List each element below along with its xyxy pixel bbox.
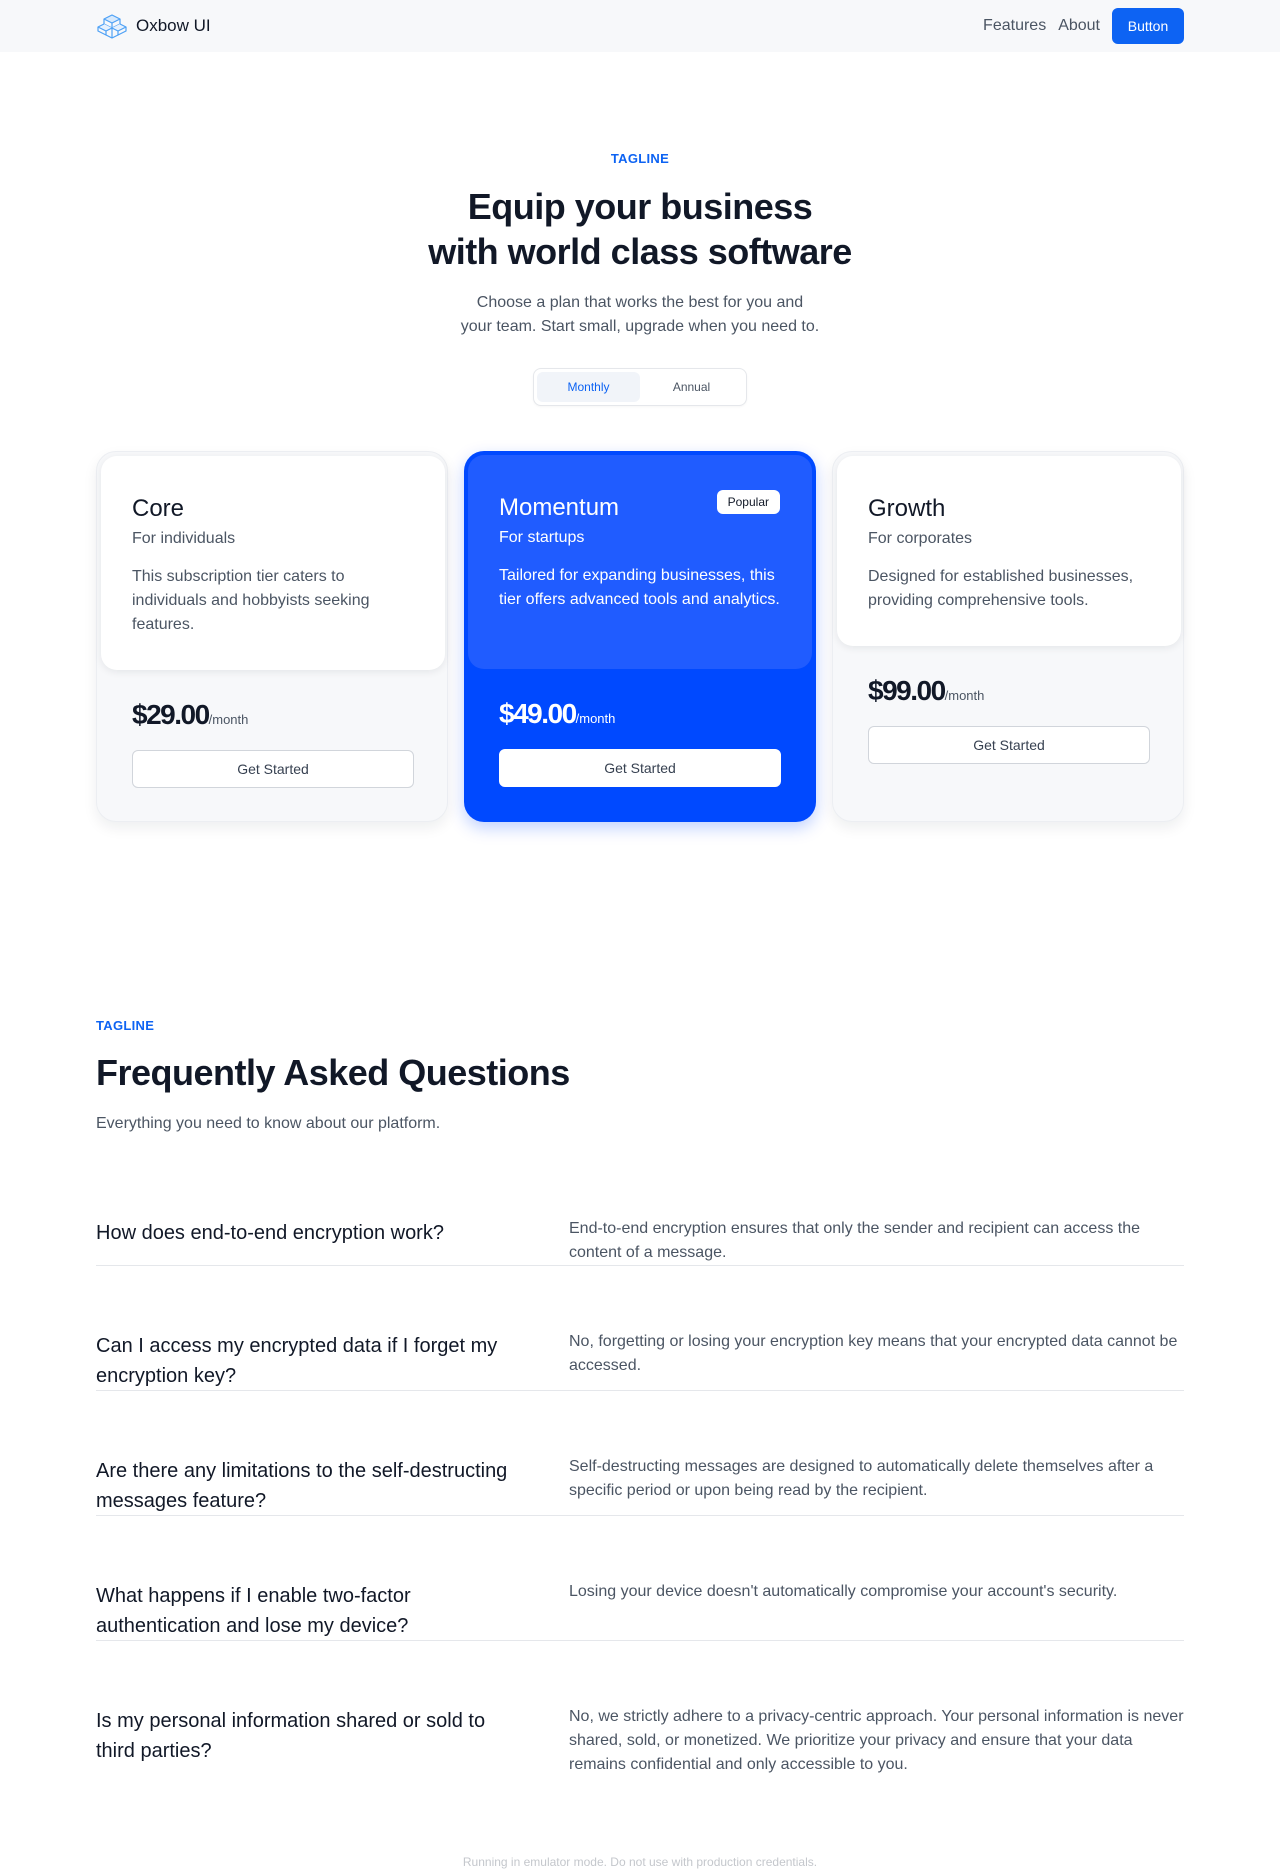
- plan-description: Tailored for expanding businesses, this …: [499, 567, 780, 608]
- toggle-monthly[interactable]: Monthly: [537, 372, 640, 402]
- hero-title: Equip your business with world class sof…: [0, 184, 1280, 274]
- plan-price: $99.00: [868, 675, 946, 706]
- plan-audience: For startups: [499, 529, 585, 546]
- faq-question: Is my personal information shared or sol…: [96, 1710, 486, 1762]
- hero-subtitle-line-1: Choose a plan that works the best for yo…: [476, 294, 804, 311]
- faq-question: Are there any limitations to the self-de…: [96, 1460, 508, 1512]
- get-started-button-momentum[interactable]: Get Started: [499, 749, 781, 787]
- faq-answer: Self-destructing messages are designed t…: [569, 1458, 1154, 1499]
- emulator-notice: Running in emulator mode. Do not use wit…: [462, 1855, 818, 1869]
- billing-toggle: Monthly Annual: [533, 368, 747, 406]
- brand[interactable]: Oxbow UI: [96, 12, 211, 40]
- hero-tagline: TAGLINE: [610, 151, 670, 166]
- plan-card-header: Growth For corporates Designed for estab…: [837, 456, 1181, 646]
- hero-title-line-2: with world class software: [428, 231, 852, 272]
- faq-answer: Losing your device doesn't automatically…: [569, 1583, 1118, 1600]
- plan-name: Growth: [868, 495, 946, 522]
- faq-item[interactable]: Are there any limitations to the self-de…: [96, 1453, 1184, 1516]
- plan-card-header: Momentum For startups Tailored for expan…: [468, 455, 812, 669]
- nav-cta-button[interactable]: Button: [1112, 8, 1184, 44]
- faq-question: How does end-to-end encryption work?: [96, 1222, 444, 1244]
- plan-price-row: $99.00 /month: [868, 675, 984, 707]
- plan-audience: For individuals: [132, 530, 236, 547]
- plan-card-core: Core For individuals This subscription t…: [96, 451, 448, 822]
- oxbow-logo-icon: [97, 14, 127, 39]
- hero-subtitle-line-2: your team. Start small, upgrade when you…: [460, 318, 820, 335]
- faq-question: Can I access my encrypted data if I forg…: [96, 1335, 498, 1387]
- plan-name: Core: [132, 495, 185, 522]
- plan-price: $29.00: [132, 699, 210, 730]
- plan-card-momentum: Momentum For startups Tailored for expan…: [464, 451, 816, 822]
- plan-description: Designed for established businesses, pro…: [868, 568, 1134, 609]
- toggle-annual[interactable]: Annual: [640, 372, 743, 402]
- plan-card-header: Core For individuals This subscription t…: [101, 456, 445, 670]
- plan-price-row: $29.00 /month: [132, 699, 248, 731]
- nav-links: Features About Button: [983, 8, 1184, 44]
- plan-audience: For corporates: [868, 530, 973, 547]
- plan-period: /month: [944, 688, 985, 703]
- nav-link-features[interactable]: Features: [983, 17, 1046, 35]
- plan-period: /month: [208, 712, 249, 727]
- faq-item[interactable]: Is my personal information shared or sol…: [96, 1703, 1184, 1775]
- faq-item[interactable]: How does end-to-end encryption work? End…: [96, 1214, 1184, 1266]
- plan-price-row: $49.00 /month: [499, 698, 615, 730]
- faq-title: Frequently Asked Questions: [96, 1052, 570, 1093]
- faq-item[interactable]: What happens if I enable two-factor auth…: [96, 1578, 1184, 1641]
- nav-link-about[interactable]: About: [1058, 17, 1100, 35]
- faq-answer: No, forgetting or losing your encryption…: [569, 1333, 1178, 1374]
- top-navbar: Oxbow UI Features About Button: [0, 0, 1280, 52]
- hero-subtitle: Choose a plan that works the best for yo…: [440, 291, 840, 339]
- brand-name: Oxbow UI: [136, 16, 211, 35]
- plan-card-growth: Growth For corporates Designed for estab…: [832, 451, 1184, 822]
- faq-item[interactable]: Can I access my encrypted data if I forg…: [96, 1328, 1184, 1391]
- popular-badge: Popular: [716, 490, 780, 514]
- get-started-button-core[interactable]: Get Started: [132, 750, 414, 788]
- faq-subtitle: Everything you need to know about our pl…: [96, 1115, 441, 1132]
- plan-period: /month: [575, 711, 616, 726]
- faq-question: What happens if I enable two-factor auth…: [96, 1585, 411, 1637]
- get-started-button-growth[interactable]: Get Started: [868, 726, 1150, 764]
- plan-price: $49.00: [499, 698, 577, 729]
- faq-tagline: TAGLINE: [96, 1018, 155, 1033]
- plan-description: This subscription tier caters to individ…: [132, 568, 370, 633]
- faq-answer: End-to-end encryption ensures that only …: [569, 1220, 1141, 1261]
- faq-answer: No, we strictly adhere to a privacy-cent…: [569, 1708, 1184, 1773]
- hero-title-line-1: Equip your business: [467, 186, 813, 227]
